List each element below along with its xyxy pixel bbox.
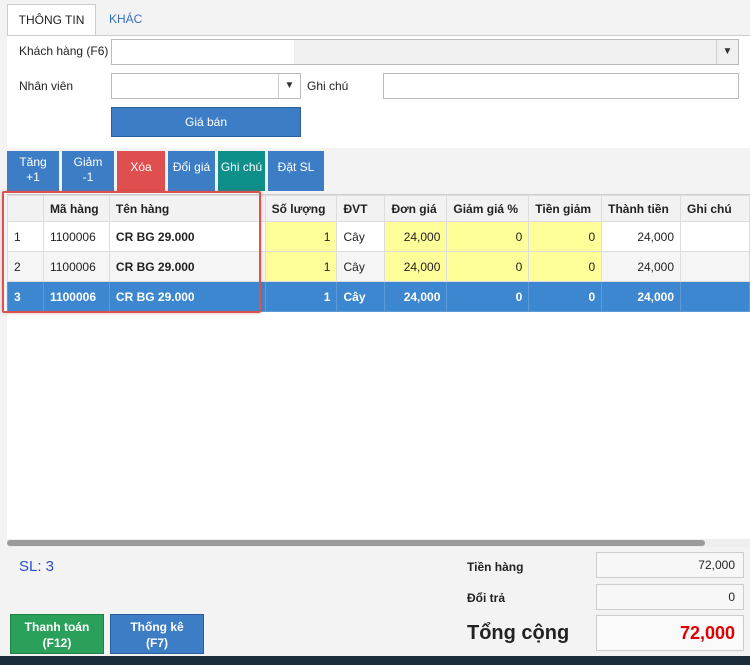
price-button[interactable]: Giá bán — [111, 107, 301, 137]
cell-no: 1 — [7, 221, 44, 252]
table-row[interactable]: 2 1100006 CR BG 29.000 1 Cây 24,000 0 0 … — [7, 251, 750, 282]
horizontal-scrollbar[interactable] — [7, 539, 750, 547]
cell-price[interactable]: 24,000 — [384, 251, 448, 282]
cell-name: CR BG 29.000 — [108, 251, 266, 282]
cell-name: CR BG 29.000 — [108, 221, 266, 252]
return-value: 0 — [596, 584, 744, 610]
cell-note[interactable] — [680, 221, 750, 252]
cell-no: 2 — [7, 251, 44, 282]
stats-label: Thống kê — [130, 620, 184, 634]
customer-select[interactable]: ▼ — [111, 39, 739, 65]
total-label: Tổng cộng — [467, 622, 570, 644]
cell-price[interactable]: 24,000 — [384, 221, 448, 252]
scrollbar-thumb[interactable] — [7, 540, 705, 546]
cell-name: CR BG 29.000 — [108, 281, 266, 312]
col-header-price[interactable]: Đơn giá — [384, 195, 448, 222]
col-header-no[interactable] — [7, 195, 44, 222]
cell-disc-amt[interactable]: 0 — [528, 251, 603, 282]
cell-unit: Cây — [336, 251, 386, 282]
pay-shortcut: (F12) — [42, 636, 72, 650]
cell-total: 24,000 — [601, 251, 682, 282]
cell-total: 24,000 — [601, 281, 682, 312]
item-count: SL: 3 — [19, 558, 55, 575]
cell-qty[interactable]: 1 — [264, 251, 338, 282]
stats-button[interactable]: Thống kê (F7) — [110, 614, 204, 654]
col-header-note[interactable]: Ghi chú — [680, 195, 750, 222]
cell-disc-amt[interactable]: 0 — [528, 221, 603, 252]
col-header-name[interactable]: Tên hàng — [108, 195, 266, 222]
cell-disc-pct[interactable]: 0 — [446, 251, 530, 282]
cell-note[interactable] — [680, 251, 750, 282]
table-row[interactable]: 1 1100006 CR BG 29.000 1 Cây 24,000 0 0 … — [7, 221, 750, 252]
col-header-disc-amt[interactable]: Tiền giảm — [528, 195, 603, 222]
cell-disc-pct[interactable]: 0 — [446, 221, 530, 252]
cell-no: 3 — [7, 281, 44, 312]
order-grid: Mã hàng Tên hàng Số lượng ĐVT Đơn giá Gi… — [7, 194, 750, 539]
stats-shortcut: (F7) — [146, 636, 168, 650]
subtotal-value: 72,000 — [596, 552, 744, 578]
increase-sub: +1 — [26, 170, 40, 184]
cell-disc-amt[interactable]: 0 — [528, 281, 603, 312]
total-value: 72,000 — [596, 615, 744, 651]
staff-select[interactable]: ▼ — [111, 73, 301, 99]
cell-code: 1100006 — [42, 281, 110, 312]
return-label: Đổi trả — [467, 591, 506, 605]
increase-button[interactable]: Tăng +1 — [7, 151, 59, 191]
cell-qty[interactable]: 1 — [264, 221, 338, 252]
col-header-qty[interactable]: Số lượng — [264, 195, 338, 222]
cell-unit: Cây — [336, 281, 386, 312]
pay-label: Thanh toán — [24, 620, 90, 634]
cell-code: 1100006 — [42, 251, 110, 282]
tab-info[interactable]: THÔNG TIN — [7, 4, 96, 36]
col-header-unit[interactable]: ĐVT — [336, 195, 386, 222]
cell-unit: Cây — [336, 221, 386, 252]
col-header-disc-pct[interactable]: Giảm giá % — [446, 195, 530, 222]
set-qty-button[interactable]: Đặt SL — [268, 151, 324, 191]
decrease-label: Giảm — [73, 155, 103, 169]
note-button[interactable]: Ghi chú — [218, 151, 265, 191]
tab-other[interactable]: KHÁC — [99, 4, 152, 36]
cell-qty[interactable]: 1 — [264, 281, 338, 312]
staff-label: Nhân viên — [19, 79, 74, 93]
change-price-button[interactable]: Đổi giá — [168, 151, 215, 191]
pay-button[interactable]: Thanh toán (F12) — [10, 614, 104, 654]
increase-label: Tăng — [19, 155, 47, 169]
order-table: Mã hàng Tên hàng Số lượng ĐVT Đơn giá Gi… — [7, 195, 750, 312]
cell-note[interactable] — [680, 281, 750, 312]
customer-input-area[interactable] — [112, 40, 294, 64]
delete-button[interactable]: Xóa — [117, 151, 165, 191]
cell-price[interactable]: 24,000 — [384, 281, 448, 312]
table-header: Mã hàng Tên hàng Số lượng ĐVT Đơn giá Gi… — [7, 195, 750, 222]
decrease-sub: -1 — [82, 170, 94, 184]
col-header-code[interactable]: Mã hàng — [42, 195, 110, 222]
subtotal-label: Tiền hàng — [467, 560, 524, 574]
table-row-selected[interactable]: 3 1100006 CR BG 29.000 1 Cây 24,000 0 0 … — [7, 281, 750, 312]
col-header-total[interactable]: Thành tiền — [601, 195, 682, 222]
chevron-down-icon[interactable]: ▼ — [278, 74, 300, 98]
customer-label: Khách hàng (F6) — [19, 44, 109, 58]
decrease-button[interactable]: Giảm -1 — [62, 151, 114, 191]
cell-total: 24,000 — [601, 221, 682, 252]
cell-code: 1100006 — [42, 221, 110, 252]
cell-disc-pct[interactable]: 0 — [446, 281, 530, 312]
note-label: Ghi chú — [307, 79, 349, 93]
note-input[interactable] — [383, 73, 739, 99]
chevron-down-icon[interactable]: ▼ — [716, 40, 738, 64]
taskbar-strip — [0, 656, 750, 665]
